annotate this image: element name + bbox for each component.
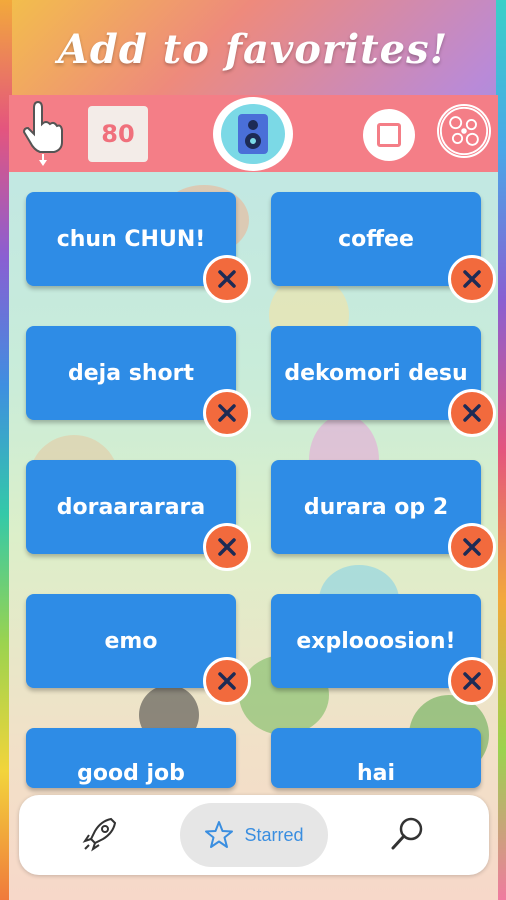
close-icon — [218, 672, 236, 690]
nav-starred-tab[interactable]: Starred — [180, 803, 328, 867]
volume-counter[interactable]: 80 — [88, 106, 148, 162]
tap-hand-icon[interactable] — [22, 100, 64, 166]
star-icon — [205, 821, 234, 848]
close-icon — [463, 404, 481, 422]
stop-icon — [377, 123, 401, 147]
close-icon — [463, 538, 481, 556]
headline: Add to favorites! — [57, 26, 449, 73]
remove-favorite-button[interactable] — [203, 657, 251, 705]
stop-button[interactable] — [363, 109, 415, 161]
close-icon — [463, 672, 481, 690]
remove-favorite-button[interactable] — [203, 255, 251, 303]
search-icon[interactable] — [388, 815, 426, 853]
rocket-icon[interactable] — [81, 815, 119, 853]
sound-tile[interactable]: hai — [271, 728, 481, 788]
close-icon — [218, 404, 236, 422]
remove-favorite-button[interactable] — [448, 657, 496, 705]
remove-favorite-button[interactable] — [448, 255, 496, 303]
remove-favorite-button[interactable] — [203, 523, 251, 571]
close-icon — [218, 538, 236, 556]
sound-tile[interactable]: good job — [26, 728, 236, 788]
nav-starred-label: Starred — [244, 824, 304, 845]
remove-favorite-button[interactable] — [448, 523, 496, 571]
speaker-icon — [221, 104, 285, 164]
close-icon — [463, 270, 481, 288]
close-icon — [218, 270, 236, 288]
remove-favorite-button[interactable] — [448, 389, 496, 437]
speaker-button[interactable] — [213, 97, 293, 171]
remove-favorite-button[interactable] — [203, 389, 251, 437]
pattern-icon[interactable] — [437, 104, 491, 158]
